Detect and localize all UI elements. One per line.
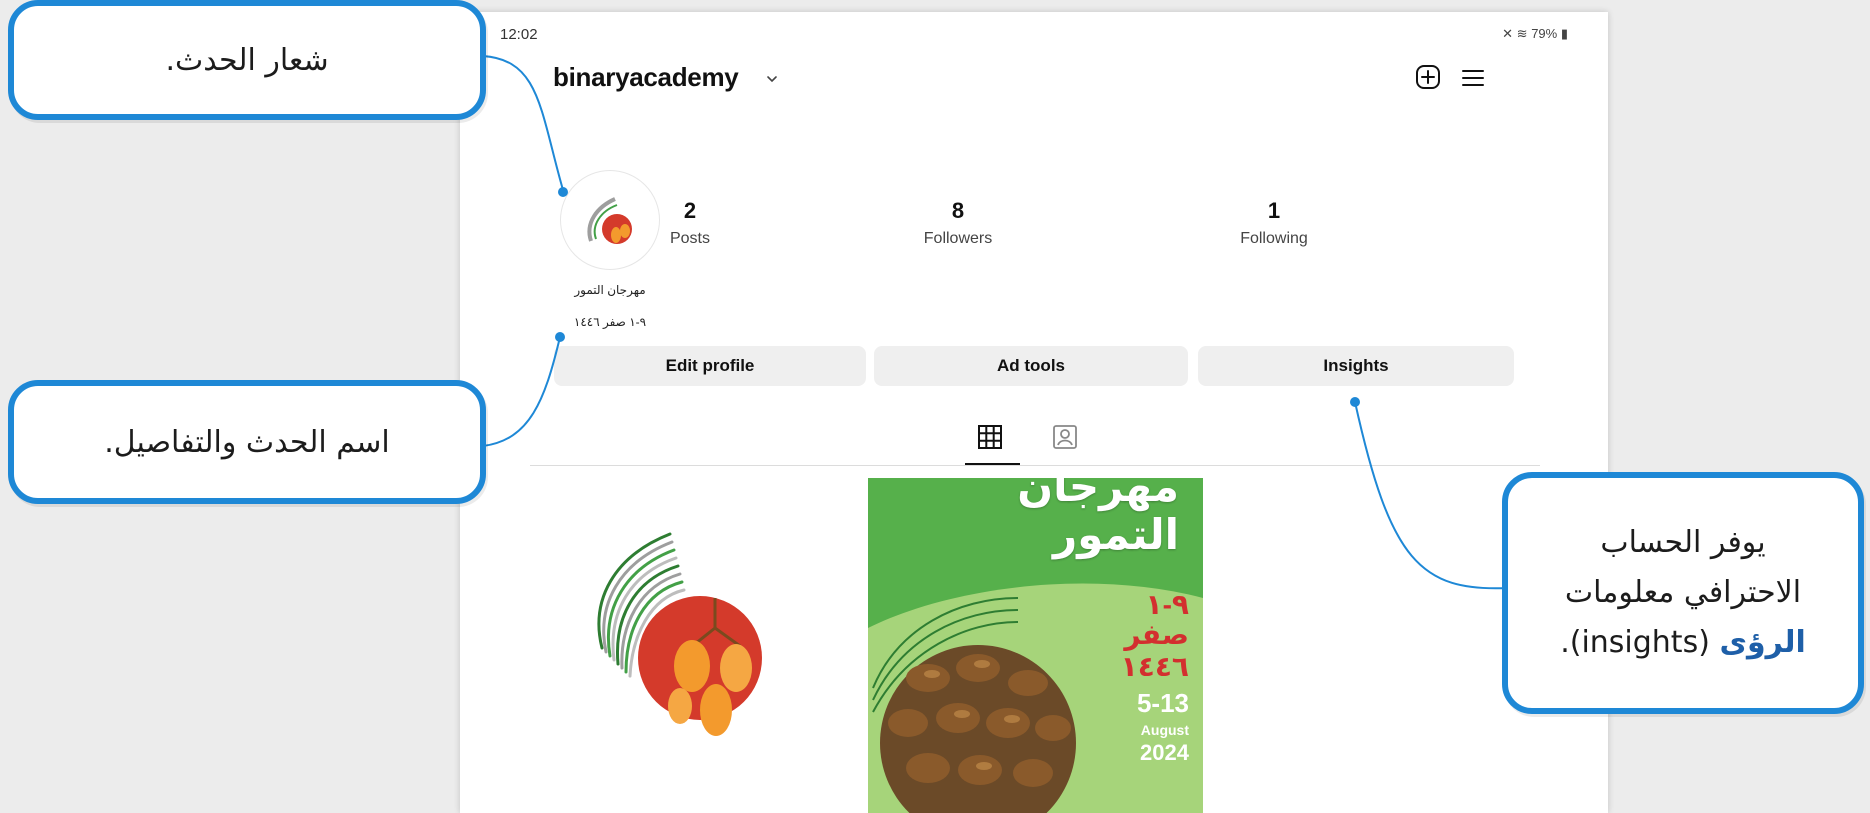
poster-title-line1: مهرجان [1017,478,1179,511]
add-post-icon[interactable] [1415,64,1441,90]
wifi-icon: ≋ [1516,26,1528,41]
chevron-down-icon[interactable] [765,72,779,86]
poster-title-line2: التمور [1053,510,1179,559]
ad-tools-button[interactable]: Ad tools [874,346,1188,386]
following-stat[interactable]: 1 Following [1174,198,1374,248]
poster-date-en-year: 2024 [1140,740,1189,765]
grid-icon[interactable] [975,425,1005,449]
festival-logo-large-icon [597,532,762,736]
callout-insights-rest: (insights). [1560,625,1720,660]
status-time: 12:02 [500,26,538,43]
poster-date-ar-month: صفر [1124,619,1189,650]
callout-insights-line2: الاحترافي معلومات [1564,575,1802,610]
callout-logo-text: شعار الحدث. [165,42,329,78]
tagged-icon[interactable] [1050,425,1080,449]
followers-label: Followers [923,230,993,247]
callout-insights-line3: الرؤى (insights). [1560,618,1806,668]
status-icons: ✕ ≋ 79% ▮ [1502,26,1568,42]
profile-username[interactable]: binaryacademy [553,62,739,93]
callout-insights-line1: يوفر الحساب [1600,525,1766,560]
callout-name-details: اسم الحدث والتفاصيل. [8,380,486,504]
poster-date-ar-days: ٩-١ [1145,589,1189,620]
following-label: Following [1240,230,1308,247]
posts-count: 2 [683,198,697,223]
poster-date-en-month: August [1140,722,1189,738]
posts-stat[interactable]: 2 Posts [590,198,790,248]
callout-insights-bold: الرؤى [1719,625,1806,660]
insights-button[interactable]: Insights [1198,346,1514,386]
edit-profile-button[interactable]: Edit profile [554,346,866,386]
poster-date-ar-year: ١٤٤٦ [1120,651,1189,682]
followers-stat[interactable]: 8 Followers [858,198,1058,248]
callout-insights: يوفر الحساب الاحترافي معلومات الرؤى (ins… [1502,472,1864,714]
battery-icon: ▮ [1560,26,1568,41]
post-logo[interactable] [530,478,865,813]
bio-detail: ٩-١ صفر ١٤٤٦ [573,315,647,329]
followers-count: 8 [951,198,965,223]
battery-percent: 79% [1531,26,1558,41]
callout-logo: شعار الحدث. [8,0,486,120]
menu-icon[interactable] [1461,68,1485,88]
poster-date-en-days: 5-13 [1136,688,1189,718]
tab-divider [530,465,1540,466]
phone-screen: 12:02 ✕ ≋ 79% ▮ binaryacademy 2 Posts 8 … [460,12,1608,813]
post-festival-poster[interactable]: مهرجان التمور ٩-١ صفر ١٤٤٦ 5-13 August 2… [868,478,1203,813]
mute-icon: ✕ [1502,26,1514,41]
posts-label: Posts [669,230,710,247]
bio-name: مهرجان التمور [574,283,646,297]
callout-name-details-text: اسم الحدث والتفاصيل. [104,424,390,460]
following-count: 1 [1267,198,1281,223]
